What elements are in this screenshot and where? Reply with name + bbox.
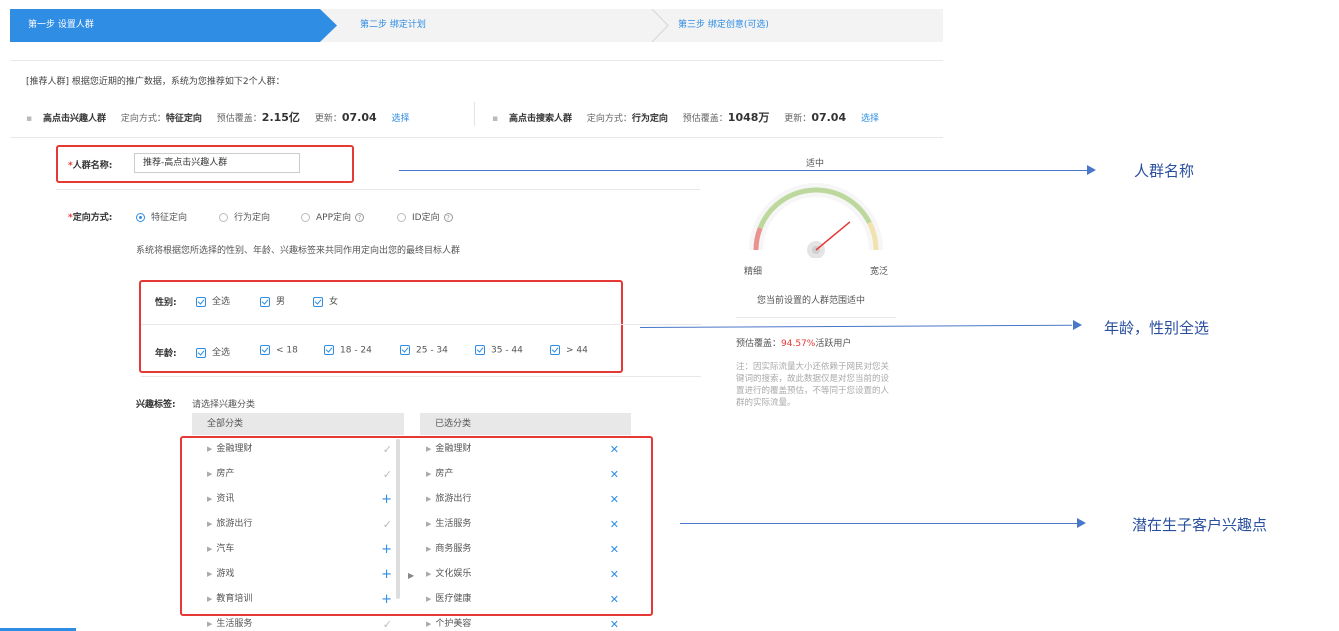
annotation-interest: 潜在生子客户兴趣点 <box>1132 516 1268 534</box>
cover-value: 2.15亿 <box>261 111 300 124</box>
checkbox-icon <box>475 345 485 355</box>
mode-option-id[interactable]: ID定向? <box>397 210 453 223</box>
divider <box>736 317 896 318</box>
radio-icon <box>397 213 406 222</box>
selected-categories-header: 已选分类 <box>420 413 631 435</box>
divider <box>10 60 943 61</box>
interest-hint: 请选择兴趣分类 <box>192 400 256 410</box>
recommend-name: 高点击兴趣人群 <box>42 114 106 124</box>
gender-all-checkbox[interactable]: 全选 <box>196 294 230 307</box>
age-18-24-checkbox[interactable]: 18 - 24 <box>324 345 372 356</box>
category-label: 生活服务 <box>216 619 253 629</box>
update-label: 更新： <box>314 114 342 124</box>
checkbox-icon <box>550 345 560 355</box>
annotation-line <box>639 324 1072 328</box>
divider <box>56 189 700 190</box>
gauge-status: 您当前设置的人群范围适中 <box>757 296 866 306</box>
divider <box>10 137 943 138</box>
mode-hint: 系统将根据您所选择的性别、年龄、兴趣标签来共同作用定向出您的最终目标人群 <box>136 246 461 256</box>
divider <box>474 102 475 126</box>
age-all-checkbox[interactable]: 全选 <box>196 345 230 358</box>
age-35-44-checkbox[interactable]: 35 - 44 <box>475 345 523 356</box>
steps-bar: 第一步 设置人群 第二步 绑定计划 第三步 绑定创意(可选) <box>10 9 943 42</box>
expand-icon[interactable]: ▶ <box>207 620 212 628</box>
update-value: 07.04 <box>341 111 377 124</box>
select-link[interactable]: 选择 <box>861 114 879 124</box>
divider <box>141 376 701 377</box>
age-over44-checkbox[interactable]: > 44 <box>550 345 588 356</box>
mode-option-feature[interactable]: 特征定向 <box>136 210 187 223</box>
checkbox-icon <box>400 345 410 355</box>
gauge-left-label: 精细 <box>744 267 763 277</box>
help-icon[interactable]: ? <box>355 213 365 222</box>
category-label: 个护美容 <box>435 619 472 629</box>
cover-label: 预估覆盖： <box>682 114 728 124</box>
mode-option-behavior[interactable]: 行为定向 <box>219 210 270 223</box>
annotation-line <box>680 523 1078 524</box>
update-value: 07.04 <box>811 111 847 124</box>
update-label: 更新： <box>784 114 812 124</box>
gender-label: 性别: <box>155 298 177 308</box>
recommend-item-2: ▪ 高点击搜索人群 定向方式：行为定向 预估覆盖：1048万 更新：07.04 … <box>492 109 879 125</box>
divider <box>141 324 701 325</box>
step-1[interactable]: 第一步 设置人群 <box>10 9 337 42</box>
gauge-meter <box>749 183 883 258</box>
cover-value: 1048万 <box>727 111 770 124</box>
mode-label: 定向方式： <box>586 114 632 124</box>
coverage-note: 注：因实际流量大小还依赖于网民对您关键词的搜索，故此数据仅是对您当前的设置进行的… <box>736 362 890 408</box>
mode-label: *定向方式: <box>68 213 113 223</box>
radio-icon <box>136 213 145 222</box>
annotation-age-gender: 年龄，性别全选 <box>1104 319 1210 337</box>
step-3[interactable]: 第三步 绑定创意(可选) <box>678 9 769 42</box>
gender-male-checkbox[interactable]: 男 <box>260 294 285 307</box>
checkbox-icon <box>260 296 270 307</box>
recommend-title: [推荐人群] 根据您近期的推广数据，系统为您推荐如下2个人群： <box>26 77 285 87</box>
step-chevron-icon <box>651 9 669 42</box>
checkbox-icon <box>313 296 323 307</box>
recommend-name: 高点击搜索人群 <box>508 114 572 124</box>
checkbox-icon <box>196 296 206 307</box>
bullet-icon: ▪ <box>492 114 499 124</box>
radio-icon <box>301 213 310 222</box>
help-icon[interactable]: ? <box>443 213 453 222</box>
mode-value: 特征定向 <box>165 114 202 124</box>
cover-label: 预估覆盖： <box>216 114 262 124</box>
coverage: 预估覆盖：94.57%活跃用户 <box>736 339 852 349</box>
mode-label: 定向方式： <box>120 114 166 124</box>
select-link[interactable]: 选择 <box>392 114 410 124</box>
name-input[interactable]: 推荐-高点击兴趣人群 <box>134 153 300 173</box>
gender-female-checkbox[interactable]: 女 <box>313 294 338 307</box>
step-2[interactable]: 第二步 绑定计划 <box>360 9 426 42</box>
annotation-name: 人群名称 <box>1134 162 1195 180</box>
mode-value: 行为定向 <box>631 114 668 124</box>
gauge-right-label: 宽泛 <box>870 267 889 277</box>
expand-icon[interactable]: ▶ <box>426 620 431 628</box>
age-25-34-checkbox[interactable]: 25 - 34 <box>400 345 448 356</box>
checkbox-icon <box>196 347 206 358</box>
interest-label: 兴趣标签: <box>136 400 176 410</box>
checkbox-icon <box>324 345 334 355</box>
annotation-line <box>399 170 1087 171</box>
arrow-right-icon <box>1087 165 1096 175</box>
name-label: *人群名称: <box>68 161 113 171</box>
all-categories-header: 全部分类 <box>192 413 404 435</box>
arrow-right-icon <box>1073 320 1082 330</box>
recommend-item-1: ▪ 高点击兴趣人群 定向方式：特征定向 预估覆盖：2.15亿 更新：07.04 … <box>26 109 410 125</box>
radio-icon <box>219 213 228 222</box>
interest-highlight-box <box>180 436 653 616</box>
mode-option-app[interactable]: APP定向? <box>301 210 365 223</box>
age-label: 年龄: <box>155 349 177 359</box>
bullet-icon: ▪ <box>26 114 33 124</box>
checkbox-icon <box>260 345 270 355</box>
age-under18-checkbox[interactable]: < 18 <box>260 345 298 356</box>
arrow-right-icon <box>1077 518 1086 528</box>
